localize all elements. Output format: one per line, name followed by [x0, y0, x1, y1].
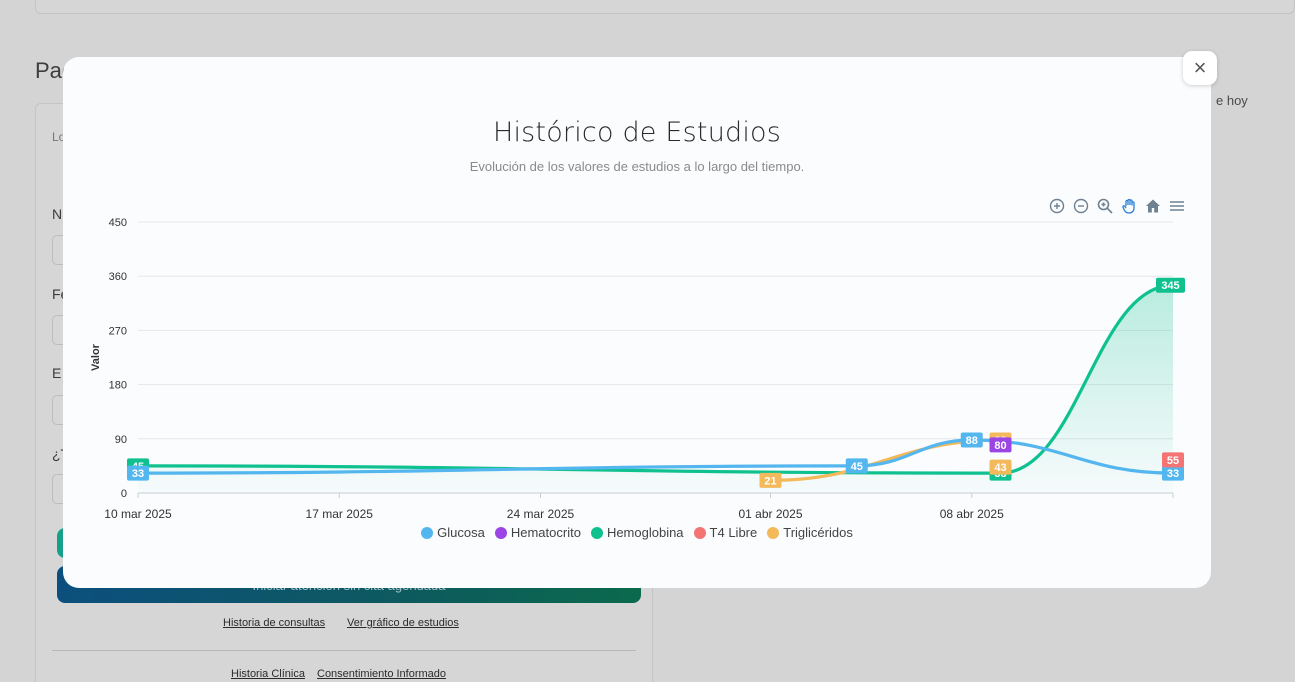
legend-item-hematocrito[interactable]: Hematocrito — [494, 525, 581, 540]
y-tick-label: 180 — [109, 380, 127, 392]
data-label: 33 — [132, 468, 144, 480]
x-tick-label: 24 mar 2025 — [507, 507, 575, 521]
data-label: 345 — [1161, 280, 1179, 292]
legend-marker — [421, 526, 434, 539]
y-tick-label: 0 — [121, 488, 127, 500]
x-tick-label: 08 abr 2025 — [940, 507, 1004, 521]
y-axis-label: Valor — [90, 343, 102, 371]
data-label: 21 — [764, 475, 776, 487]
series-line-hemoglobina — [136, 283, 1175, 475]
chart-legend: Glucosa Hematocrito Hemoglobina T4 Libre Tri… — [63, 525, 1211, 540]
background-label: E — [52, 365, 62, 381]
background-link-consent: Consentimiento Informado — [317, 668, 447, 680]
close-button[interactable]: × — [1183, 51, 1217, 85]
background-link-studies-chart: Ver gráfico de estudios — [347, 617, 459, 629]
legend-marker — [590, 526, 603, 539]
background-link-clinical: Historia Clínica — [231, 668, 305, 680]
data-label: 45 — [851, 461, 863, 473]
legend-label: Hematocrito — [510, 525, 581, 540]
background-label: N — [52, 206, 63, 222]
data-label: 33 — [1167, 468, 1179, 480]
legend-item-triglicéridos[interactable]: Triglicéridos — [767, 525, 853, 540]
data-label: 80 — [994, 440, 1006, 452]
legend-item-glucosa[interactable]: Glucosa — [421, 525, 485, 540]
background-right-text: e hoy — [1216, 93, 1248, 108]
legend-label: Triglicéridos — [783, 525, 853, 540]
data-label: 43 — [994, 462, 1006, 474]
y-tick-label: 90 — [115, 434, 127, 446]
chart-plot: 0 90 180 270 360 450 Valor 10 mar 2025 17 mar 20… — [90, 217, 1185, 521]
legend-item-t4 libre[interactable]: T4 Libre — [693, 525, 758, 540]
series-area-hemoglobina — [138, 285, 1173, 493]
x-tick-label: 01 abr 2025 — [738, 507, 802, 521]
x-tick-label: 10 mar 2025 — [104, 507, 172, 521]
data-label: 88 — [966, 435, 978, 447]
y-tick-label: 270 — [109, 325, 127, 337]
y-tick-label: 360 — [109, 271, 127, 283]
legend-label: T4 Libre — [709, 525, 758, 540]
legend-marker — [693, 526, 706, 539]
legend-label: Glucosa — [437, 525, 485, 540]
background-link-history: Historia de consultas — [223, 617, 326, 629]
legend-item-hemoglobina[interactable]: Hemoglobina — [590, 525, 684, 540]
data-label: 55 — [1167, 455, 1179, 467]
legend-label: Hemoglobina — [606, 525, 684, 540]
background-top-card — [35, 0, 1295, 14]
legend-marker — [494, 526, 507, 539]
chart-modal: Histórico de Estudios Evolución de los v… — [63, 57, 1211, 588]
legend-marker — [767, 526, 780, 539]
y-tick-label: 450 — [109, 217, 127, 229]
x-tick-label: 17 mar 2025 — [306, 507, 374, 521]
background-divider — [52, 650, 636, 651]
